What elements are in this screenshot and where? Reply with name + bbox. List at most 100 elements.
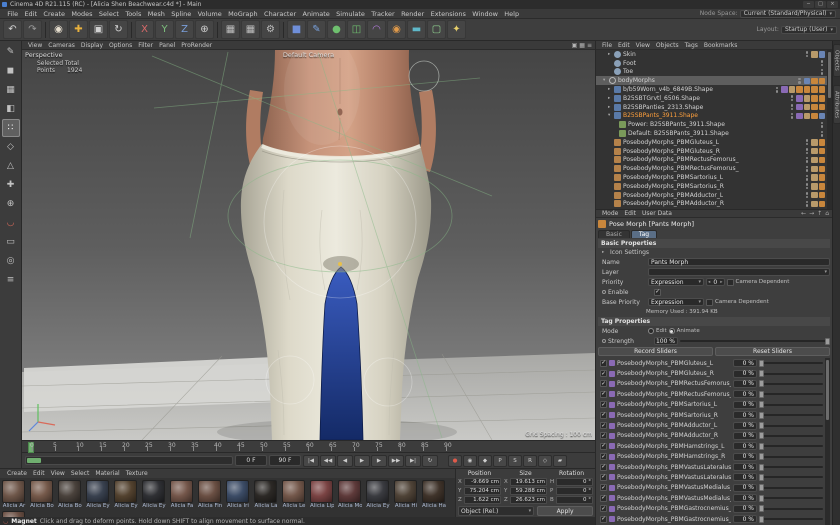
panel-tab-attributes[interactable]: Attributes: [833, 85, 840, 124]
tan-tag-icon[interactable]: [811, 148, 818, 155]
material-menu-view[interactable]: View: [48, 470, 68, 477]
visibility-dots[interactable]: [806, 183, 809, 189]
loop-button[interactable]: ↻: [422, 455, 438, 467]
enable-axis-icon[interactable]: ⊕: [2, 195, 20, 213]
visibility-dots[interactable]: [821, 131, 824, 137]
mode-animate-radio[interactable]: [669, 328, 675, 334]
menu-window[interactable]: Window: [469, 10, 501, 18]
keyframe-selection-button[interactable]: ◆: [478, 455, 492, 467]
timeline-range-thumb[interactable]: [27, 458, 41, 463]
coord-field-size-z[interactable]: 26.623 cm: [510, 496, 547, 504]
menu-create[interactable]: Create: [40, 10, 68, 18]
morph-checkbox[interactable]: ✓: [600, 516, 607, 523]
menu-tools[interactable]: Tools: [122, 10, 144, 18]
menu-mesh[interactable]: Mesh: [145, 10, 169, 18]
viewport-3d-scene[interactable]: [22, 50, 595, 440]
priority-spinner[interactable]: ◂0▸: [706, 278, 725, 286]
visibility-dots[interactable]: [806, 192, 809, 198]
orange-tag-icon[interactable]: [819, 95, 826, 102]
camera-dependent-checkbox[interactable]: [727, 279, 734, 286]
object-row[interactable]: PosebodyMorphs_PBMAdductor_R: [596, 200, 832, 209]
viewport-menu-options[interactable]: Options: [106, 42, 135, 49]
priority-dropdown[interactable]: Expression ▾: [648, 278, 704, 286]
menu-tracker[interactable]: Tracker: [368, 10, 398, 18]
object-row[interactable]: PosebodyMorphs_PBMRectusFemorus_R: [596, 164, 832, 173]
tan-tag-icon[interactable]: [811, 174, 818, 181]
reset-sliders-button[interactable]: Reset Sliders: [715, 347, 830, 356]
slider-handle[interactable]: [759, 422, 764, 429]
object-row[interactable]: Default: B25SBPants_3911.Shape: [596, 129, 832, 138]
magnet-snap-icon[interactable]: ◡: [2, 214, 20, 232]
viewport-render-icon[interactable]: ▣: [572, 42, 578, 49]
morph-slider[interactable]: [759, 494, 823, 503]
viewport-menu-icon[interactable]: ≡: [587, 42, 592, 49]
morph-checkbox[interactable]: ✓: [600, 360, 607, 367]
visibility-dots[interactable]: [806, 139, 809, 145]
morph-value-field[interactable]: 0 %: [733, 494, 757, 502]
morph-value-field[interactable]: 0 %: [733, 359, 757, 367]
morph-value-field[interactable]: 0 %: [733, 484, 757, 492]
morph-slider[interactable]: [759, 379, 823, 388]
orange-tag-icon[interactable]: [819, 183, 826, 190]
purple-tag-icon[interactable]: [781, 86, 788, 93]
live-selection-icon[interactable]: ◉: [49, 20, 68, 39]
visibility-dots[interactable]: [776, 87, 779, 93]
orange-tag-icon[interactable]: [819, 139, 826, 146]
expand-arrow-icon[interactable]: ▸: [602, 250, 608, 255]
editor-visibility-dot[interactable]: [791, 104, 794, 107]
orange-tag-icon[interactable]: [811, 113, 818, 120]
visibility-dots[interactable]: [806, 157, 809, 163]
model-mode-icon[interactable]: ◼: [2, 62, 20, 80]
points-mode-icon[interactable]: ∷: [2, 119, 20, 137]
prev-frame-button[interactable]: ◀: [337, 455, 353, 467]
material-thumbnail[interactable]: [394, 480, 417, 503]
morph-slider-row[interactable]: ✓PosebodyMorphs_PBMRectusFemorus_R0 %: [598, 389, 830, 399]
material-menu-select[interactable]: Select: [68, 470, 93, 477]
material-item[interactable]: Alicia Ey: [114, 480, 138, 509]
om-menu-edit[interactable]: Edit: [615, 42, 633, 49]
morph-checkbox[interactable]: ✓: [600, 422, 607, 429]
tan-tag-icon[interactable]: [811, 192, 818, 199]
rotate-icon[interactable]: ↻: [109, 20, 128, 39]
morph-slider-row[interactable]: ✓PosebodyMorphs_PBMHamstrings_R0 %: [598, 452, 830, 462]
orange-tag-icon[interactable]: [796, 86, 803, 93]
visibility-dots[interactable]: [806, 51, 809, 57]
morph-checkbox[interactable]: ✓: [600, 412, 607, 419]
blue-tag-icon[interactable]: [819, 51, 826, 58]
morph-value-field[interactable]: 0 %: [733, 380, 757, 388]
slider-handle[interactable]: [759, 474, 764, 481]
morph-value-field[interactable]: 0 %: [733, 453, 757, 461]
record-scale-button[interactable]: S: [508, 455, 522, 467]
material-menu-create[interactable]: Create: [4, 470, 30, 477]
menu-volume[interactable]: Volume: [194, 10, 225, 18]
object-row[interactable]: ▸B25SBPanties_2313.Shape: [596, 103, 832, 112]
morph-slider-row[interactable]: ✓PosebodyMorphs_PBMGluteus_L0 %: [598, 358, 830, 368]
orange-tag-icon[interactable]: [811, 86, 818, 93]
morph-checkbox[interactable]: ✓: [600, 464, 607, 471]
morph-value-field[interactable]: 0 %: [733, 473, 757, 481]
morph-slider[interactable]: [759, 400, 823, 409]
material-item[interactable]: Alicia Ey: [142, 480, 166, 509]
material-thumbnail[interactable]: [2, 480, 25, 503]
morph-value-field[interactable]: 0 %: [733, 463, 757, 471]
slider-handle[interactable]: [759, 391, 764, 398]
morph-list-scrollbar[interactable]: [825, 358, 830, 525]
render-visibility-dot[interactable]: [821, 72, 824, 75]
material-thumbnail[interactable]: [226, 480, 249, 503]
texture-mode-icon[interactable]: ▦: [2, 81, 20, 99]
morph-value-field[interactable]: 0 %: [733, 390, 757, 398]
tan-tag-icon[interactable]: [811, 139, 818, 146]
material-thumbnail[interactable]: [86, 480, 109, 503]
morph-checkbox[interactable]: ✓: [600, 495, 607, 502]
render-visibility-dot[interactable]: [806, 55, 809, 58]
menu-file[interactable]: File: [4, 10, 21, 18]
layout-dropdown[interactable]: Startup (User) ▾: [781, 26, 837, 34]
object-row[interactable]: ▸Skin: [596, 50, 832, 59]
editor-visibility-dot[interactable]: [806, 157, 809, 160]
morph-checkbox[interactable]: ✓: [600, 401, 607, 408]
editor-visibility-dot[interactable]: [821, 60, 824, 63]
tan-tag-icon[interactable]: [804, 95, 811, 102]
tan-tag-icon[interactable]: [804, 113, 811, 120]
material-item[interactable]: Alicia Hi: [394, 480, 418, 509]
morph-value-field[interactable]: 0 %: [733, 505, 757, 513]
